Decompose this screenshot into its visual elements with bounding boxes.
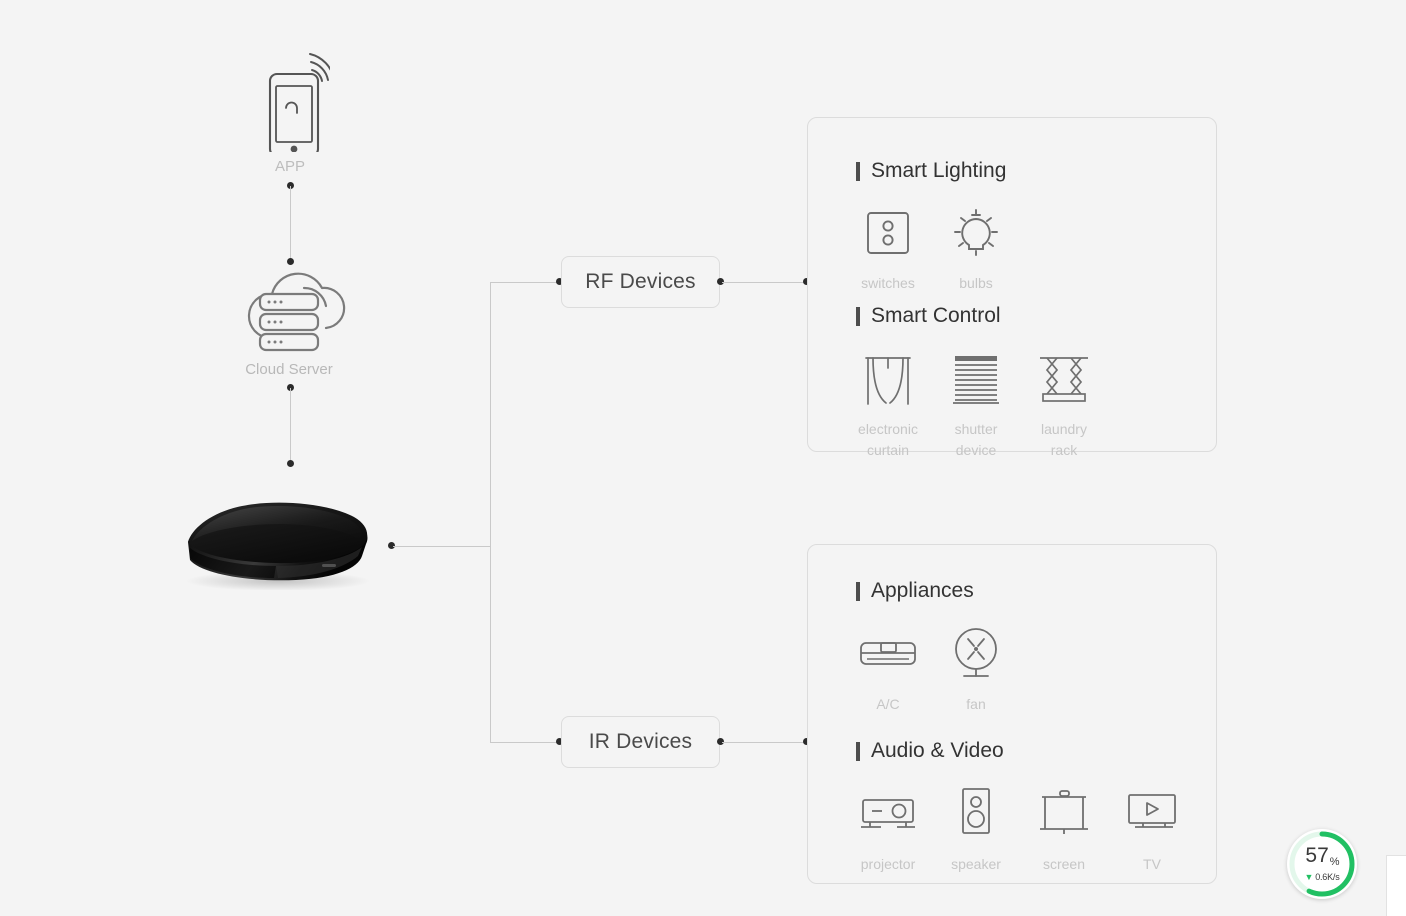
- connector-dot: [287, 258, 294, 265]
- download-arrow-icon: ▼: [1304, 871, 1314, 882]
- smart-lighting-icon-row: switches bulbs: [844, 202, 1020, 294]
- device-caption: fan: [966, 696, 986, 712]
- right-side-panel-edge: [1386, 855, 1406, 916]
- device-caption: projector: [860, 856, 916, 872]
- cloud-server-label: Cloud Server: [245, 361, 333, 378]
- section-title-audio-video: Audio & Video: [856, 739, 1004, 763]
- connector-app-cloud: [290, 186, 291, 260]
- rf-devices-node[interactable]: RF Devices: [561, 256, 720, 308]
- device-item-screen[interactable]: screen: [1020, 783, 1108, 875]
- diagram-canvas: APP Cloud Server RF Devices IR Devices S…: [0, 0, 1406, 916]
- section-title-smart-lighting: Smart Lighting: [856, 159, 1006, 183]
- device-item-shutter-device[interactable]: shutter device: [932, 348, 1020, 461]
- ir-devices-node[interactable]: IR Devices: [561, 716, 720, 768]
- network-speed-widget[interactable]: 57% ▼ 0.6K/s: [1287, 829, 1357, 899]
- connector-ir-to-panel: [722, 742, 804, 743]
- air-conditioner-icon: [857, 623, 919, 685]
- section-accent-bar: [856, 161, 860, 181]
- television-icon: [1123, 783, 1181, 845]
- appliances-icon-row: A/C fan: [844, 623, 1020, 715]
- connector-rf-to-panel: [722, 282, 804, 283]
- speed-percent: 57%: [1305, 843, 1340, 868]
- speed-percent-unit: %: [1329, 855, 1340, 868]
- cloud-server-icon: [230, 266, 358, 358]
- device-item-electronic-curtain[interactable]: electronic curtain: [844, 348, 932, 461]
- smart-hub-device: [176, 498, 376, 590]
- ir-devices-label: IR Devices: [588, 730, 693, 753]
- section-accent-bar: [856, 581, 860, 601]
- device-item-tv[interactable]: TV: [1108, 783, 1196, 875]
- shutter-blinds-icon: [947, 348, 1005, 410]
- app-node-icon: [252, 42, 330, 152]
- section-title-smart-control: Smart Control: [856, 304, 1001, 328]
- speed-rate-value: 0.6K/s: [1315, 871, 1340, 882]
- fan-icon: [948, 623, 1004, 685]
- device-item-ac[interactable]: A/C: [844, 623, 932, 715]
- device-caption: screen: [1042, 856, 1086, 872]
- light-bulb-icon: [947, 202, 1005, 264]
- connector-cloud-hub: [290, 388, 291, 462]
- section-accent-bar: [856, 306, 860, 326]
- device-item-switches[interactable]: switches: [844, 202, 932, 294]
- smart-control-icon-row: electronic curtain shutter device laundr…: [844, 348, 1108, 461]
- app-label: APP: [274, 158, 305, 175]
- device-item-laundry-rack[interactable]: laundry rack: [1020, 348, 1108, 461]
- connector-hub-trunk: [393, 546, 491, 547]
- connector-trunk-vertical: [490, 282, 491, 742]
- ir-devices-panel: Appliances A/C fan Audio & Video project…: [807, 544, 1217, 884]
- connector-trunk-to-rf: [490, 282, 560, 283]
- rf-devices-label: RF Devices: [585, 270, 696, 293]
- device-caption: electronic curtain: [858, 421, 918, 458]
- device-caption: A/C: [876, 696, 900, 712]
- speed-widget-content: 57% ▼ 0.6K/s: [1287, 829, 1357, 899]
- section-title-appliances: Appliances: [856, 579, 974, 603]
- device-item-projector[interactable]: projector: [844, 783, 932, 875]
- rf-devices-panel: Smart Lighting switches bulbs Smart Cont…: [807, 117, 1217, 458]
- device-item-speaker[interactable]: speaker: [932, 783, 1020, 875]
- speed-percent-value: 57: [1305, 843, 1329, 867]
- device-caption: laundry rack: [1041, 421, 1087, 458]
- connector-trunk-to-ir: [490, 742, 560, 743]
- device-caption: speaker: [951, 856, 1001, 872]
- connector-dot: [287, 460, 294, 467]
- section-accent-bar: [856, 741, 860, 761]
- projector-icon: [857, 783, 919, 845]
- device-caption: TV: [1143, 856, 1161, 872]
- laundry-rack-icon: [1034, 348, 1094, 410]
- device-item-fan[interactable]: fan: [932, 623, 1020, 715]
- audio-video-icon-row: projector speaker screen TV: [844, 783, 1196, 875]
- device-item-bulbs[interactable]: bulbs: [932, 202, 1020, 294]
- speaker-icon: [954, 783, 998, 845]
- device-caption: shutter device: [954, 421, 998, 458]
- speed-rate: ▼ 0.6K/s: [1304, 872, 1339, 882]
- device-caption: switches: [861, 275, 915, 291]
- device-caption: bulbs: [959, 275, 993, 291]
- wall-switch-icon: [862, 202, 914, 264]
- projection-screen-icon: [1035, 783, 1093, 845]
- curtain-icon: [859, 348, 917, 410]
